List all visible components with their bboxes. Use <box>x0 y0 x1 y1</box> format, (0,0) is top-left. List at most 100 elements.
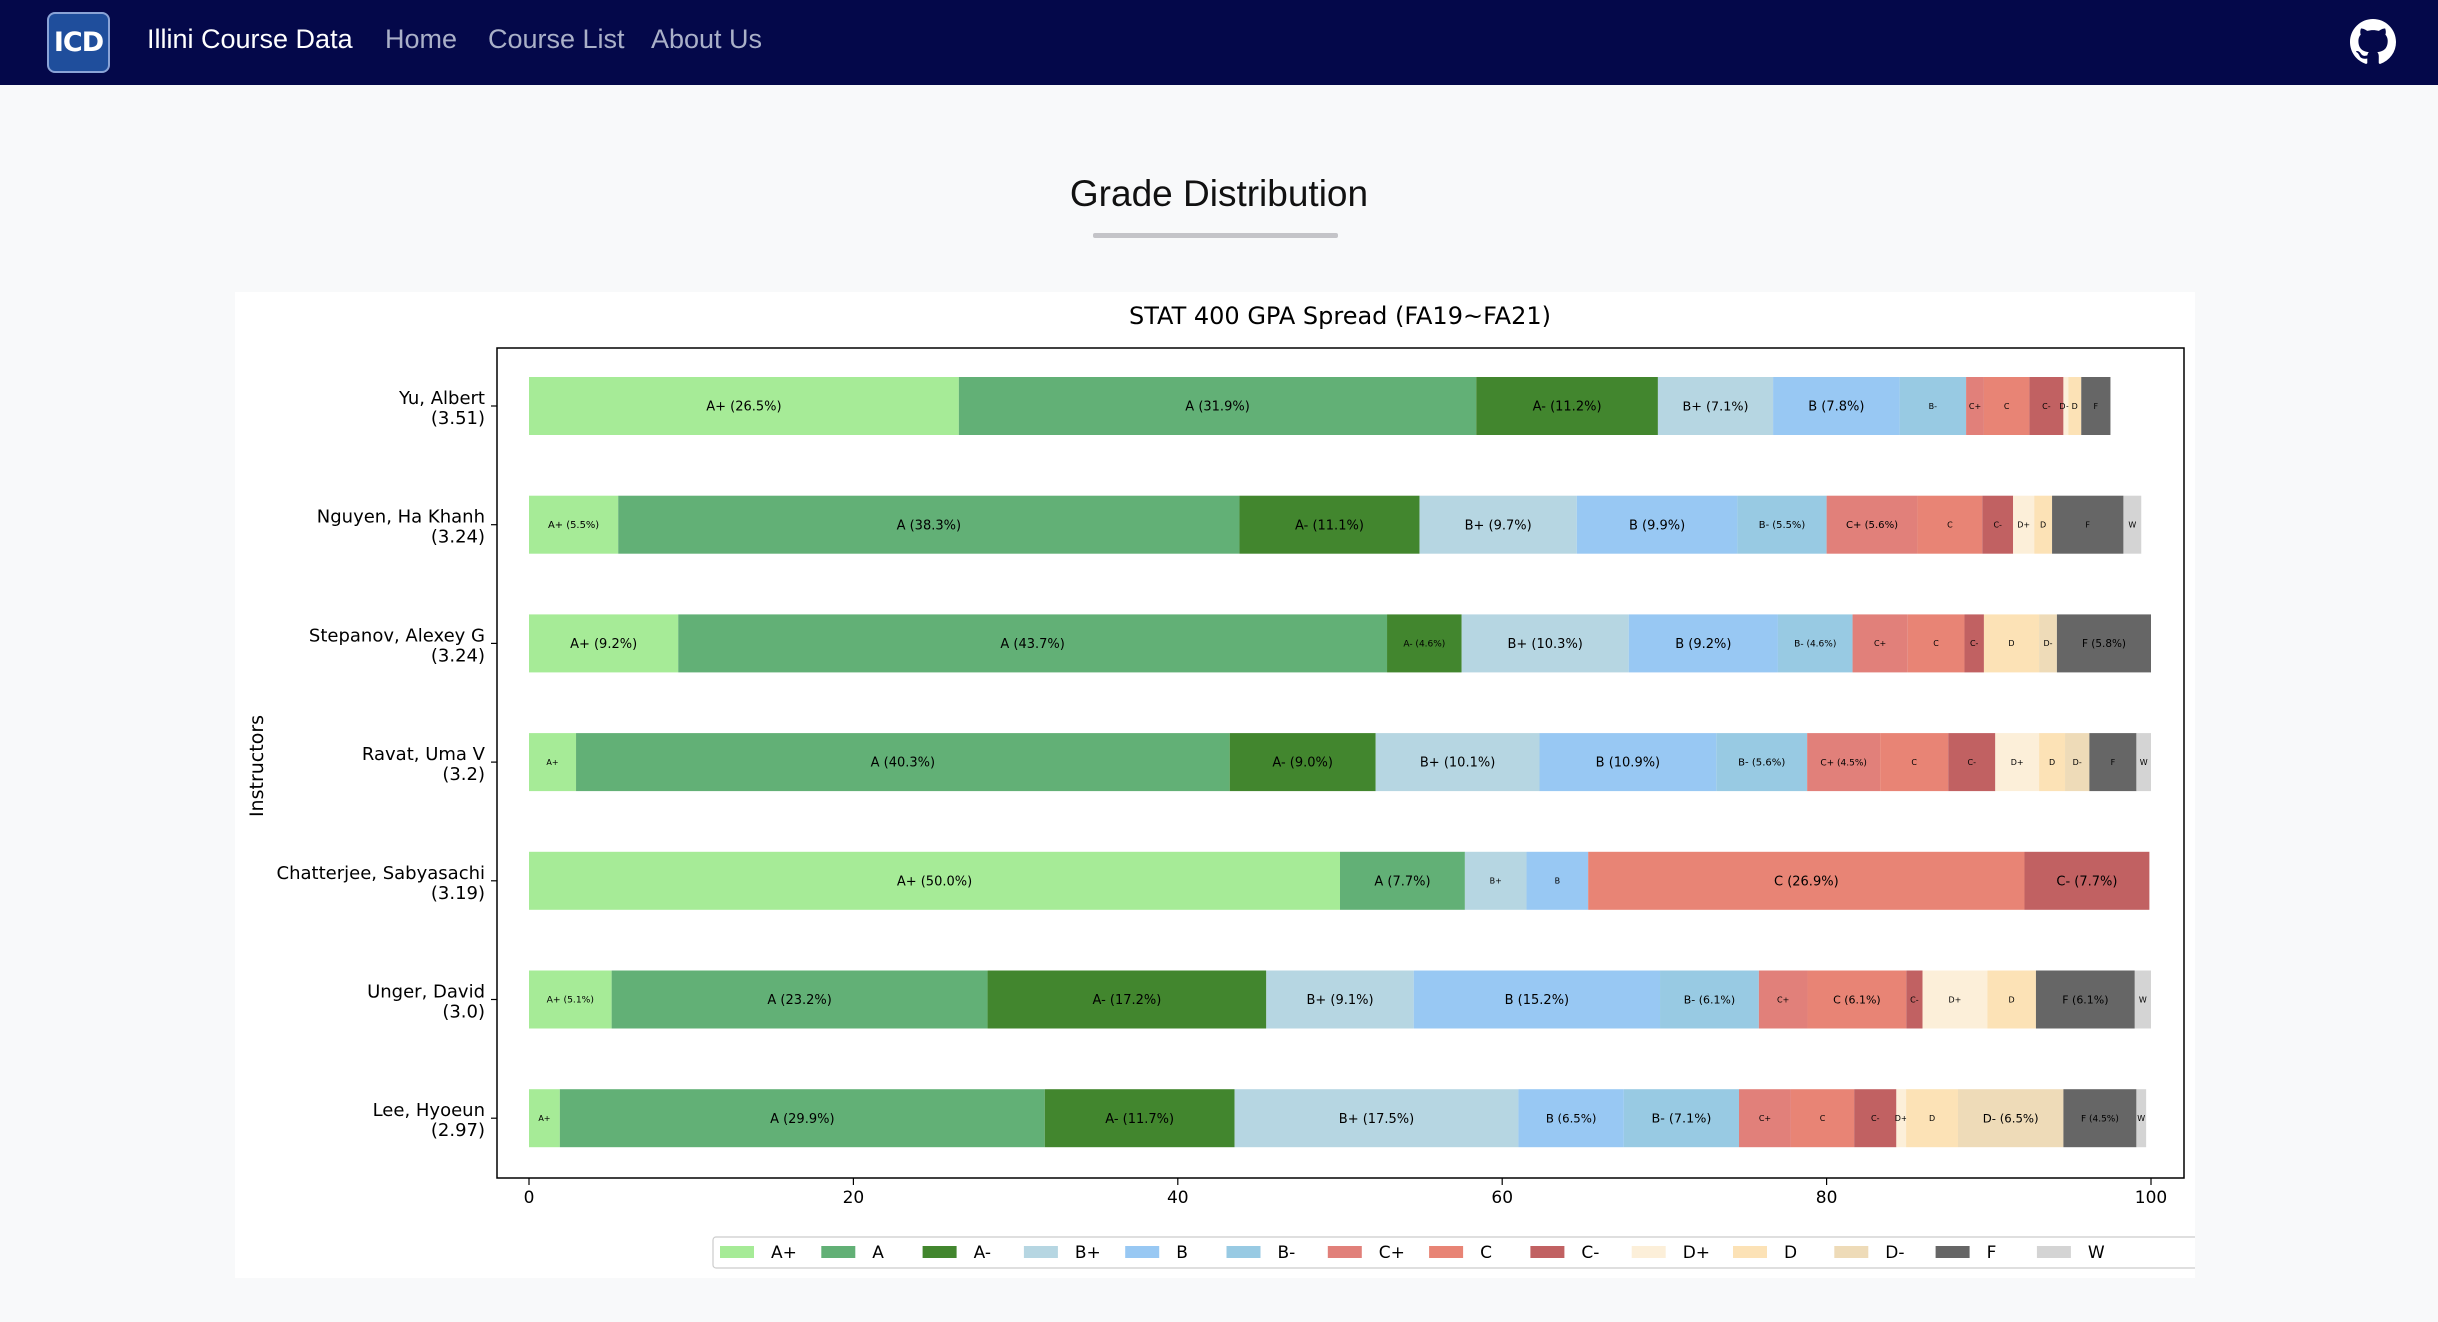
bar-label: B+ (9.1%) <box>1306 993 1373 1008</box>
bar-label: B (10.9%) <box>1596 756 1661 771</box>
nav-link-course-list[interactable]: Course List <box>488 24 625 55</box>
legend-label-dminus: D- <box>1885 1243 1904 1263</box>
legend-swatch-aminus <box>922 1246 957 1258</box>
instructor-gpa: (3.0) <box>442 1002 485 1023</box>
bar-label: F (5.8%) <box>2082 638 2126 650</box>
chart-title: STAT 400 GPA Spread (FA19~FA21) <box>1129 302 1551 330</box>
nav-link-about-us[interactable]: About Us <box>651 24 762 55</box>
bar-label: C+ (4.5%) <box>1820 758 1867 768</box>
bar-label: A- (11.1%) <box>1295 518 1364 533</box>
bar-label: D- <box>2043 639 2052 648</box>
y-axis: Yu, Albert(3.51)Nguyen, Ha Khanh(3.24)St… <box>277 388 497 1141</box>
nav-link-home[interactable]: Home <box>385 24 457 55</box>
bar-label: B (6.5%) <box>1546 1111 1597 1125</box>
site-logo[interactable]: ICD <box>47 12 110 73</box>
instructor-gpa: (3.24) <box>431 527 485 548</box>
bar-label: B <box>1555 877 1561 886</box>
bar-label: C (6.1%) <box>1833 993 1881 1006</box>
bar-label: A (40.3%) <box>871 756 935 771</box>
instructor-name: Unger, David <box>367 982 485 1003</box>
bar-label: C- (7.7%) <box>2056 874 2117 889</box>
bar-label: A (7.7%) <box>1374 874 1430 889</box>
bar-label: D <box>1929 1114 1935 1123</box>
bar-label: B (7.8%) <box>1808 400 1864 415</box>
bar-label: C- <box>1871 1114 1880 1123</box>
bar-label: F <box>2094 402 2099 411</box>
bar-label: B+ (10.1%) <box>1420 756 1495 771</box>
bar-label: D+ <box>1948 995 1961 1004</box>
bar-label: A+ <box>546 758 558 767</box>
bar-label: F <box>2111 758 2116 767</box>
bar-label: C+ <box>1777 995 1789 1004</box>
bar-label: D <box>2049 758 2055 767</box>
bar-label: C+ <box>1969 402 1981 411</box>
bar-label: B+ (10.3%) <box>1507 637 1582 652</box>
bar-label: D+ <box>2011 758 2024 767</box>
bar-label: B- <box>1929 402 1937 411</box>
bar-label: C- <box>1910 995 1919 1004</box>
x-tick-label: 0 <box>524 1188 535 1208</box>
bar-label: D- (6.5%) <box>1983 1111 2039 1125</box>
bar-label: B- (7.1%) <box>1651 1112 1711 1127</box>
bar-label: A (23.2%) <box>767 993 831 1008</box>
legend-swatch-bminus <box>1226 1246 1261 1258</box>
legend-label-b: B <box>1176 1243 1188 1263</box>
instructor-gpa: (3.19) <box>431 883 485 904</box>
bar-label: C <box>1933 639 1939 648</box>
bar-label: A+ (9.2%) <box>570 637 637 652</box>
legend-label-w: W <box>2088 1243 2105 1263</box>
bar-label: D- <box>2073 758 2082 767</box>
bar-label: C- <box>1970 639 1979 648</box>
legend-label-dplus: D+ <box>1683 1243 1710 1263</box>
chart-card: STAT 400 GPA Spread (FA19~FA21) Instruct… <box>235 292 2310 1278</box>
bar-label: C- <box>2042 402 2051 411</box>
legend-label-c: C <box>1480 1243 1492 1263</box>
bar-label: W <box>2128 521 2136 530</box>
bar-label: A (38.3%) <box>897 518 961 533</box>
bar-label: C+ <box>1759 1114 1771 1123</box>
bar-label: C <box>1820 1114 1826 1123</box>
x-axis: 0 20 40 60 80 100 <box>524 1178 2167 1208</box>
instructor-gpa: (3.51) <box>431 408 485 429</box>
bar-label: C (26.9%) <box>1774 874 1839 889</box>
bar-label: D <box>2040 521 2046 530</box>
legend-label-aplus: A+ <box>771 1243 797 1263</box>
bar-label: A- (11.2%) <box>1533 400 1602 415</box>
bar-label: B+ (7.1%) <box>1682 399 1748 414</box>
x-tick-label: 80 <box>1816 1188 1838 1208</box>
title-underline <box>1093 233 1338 238</box>
bar-label: A- (11.7%) <box>1105 1112 1174 1127</box>
legend-swatch-b <box>1125 1246 1160 1258</box>
bar-label: A- (17.2%) <box>1092 993 1161 1008</box>
page-title: Grade Distribution <box>1069 173 1369 214</box>
legend-swatch-aplus <box>720 1246 754 1258</box>
legend-label-cminus: C- <box>1581 1243 1599 1263</box>
instructor-name: Stepanov, Alexey G <box>309 625 485 646</box>
legend-swatch-f <box>1935 1246 1970 1258</box>
brand-name[interactable]: Illini Course Data <box>147 24 353 55</box>
bar-label: D+ <box>2017 521 2030 530</box>
legend-swatch-bplus <box>1023 1246 1058 1258</box>
bar-label: B (9.2%) <box>1675 637 1731 652</box>
x-tick-label: 100 <box>2135 1188 2167 1208</box>
bar-label: C+ <box>1874 639 1886 648</box>
bar-label: A+ (5.5%) <box>548 520 599 531</box>
bar-label: C+ (5.6%) <box>1846 520 1898 531</box>
instructor-name: Ravat, Uma V <box>362 744 486 765</box>
legend[interactable]: A+ A A- B+ B B- C+ C C- D+ D D- F W <box>712 1236 2310 1269</box>
bar-label: F (6.1%) <box>2062 993 2108 1006</box>
bar-label: B (9.9%) <box>1629 518 1685 533</box>
bar-label: F <box>2085 521 2090 530</box>
legend-swatch-c <box>1429 1246 1464 1258</box>
bar-label: W <box>2137 1114 2145 1123</box>
github-icon[interactable] <box>2350 19 2396 65</box>
bar-label: D+ <box>1895 1114 1908 1123</box>
bar-label: A (43.7%) <box>1000 637 1064 652</box>
legend-swatch-a <box>821 1246 856 1258</box>
legend-swatch-w <box>2036 1246 2071 1258</box>
legend-label-cplus: C+ <box>1379 1243 1405 1263</box>
grade-distribution-chart: STAT 400 GPA Spread (FA19~FA21) Instruct… <box>246 302 2310 1269</box>
legend-swatch-d <box>1733 1246 1767 1258</box>
x-tick-label: 40 <box>1167 1188 1189 1208</box>
bar-label: C <box>1947 521 1953 530</box>
